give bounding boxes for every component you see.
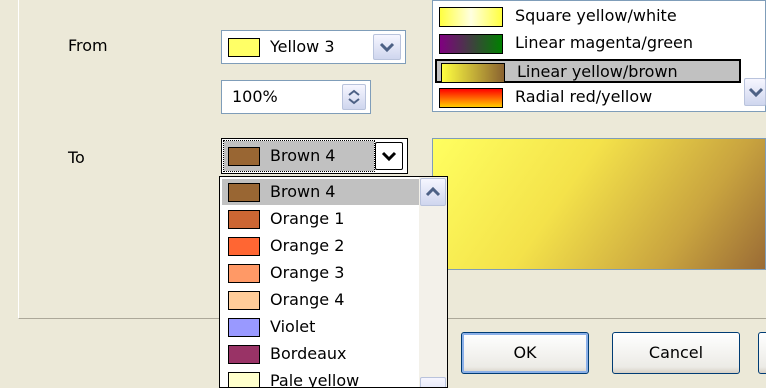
color-list-item[interactable]: Orange 3	[222, 260, 419, 286]
gradient-swatch	[439, 88, 503, 108]
color-list-item[interactable]: Pale yellow	[222, 368, 419, 388]
color-swatch	[228, 210, 260, 229]
from-color-value: Yellow 3	[270, 37, 335, 56]
gradient-swatch	[439, 7, 503, 27]
gradient-label: Linear magenta/green	[515, 33, 694, 52]
color-swatch	[228, 237, 260, 256]
scroll-up-button[interactable]	[420, 178, 446, 206]
dropdown-scrollbar[interactable]	[419, 177, 447, 387]
ok-button[interactable]: OK	[461, 332, 589, 374]
help-button-edge[interactable]	[758, 332, 766, 374]
gradient-list-scroll-button[interactable]	[744, 78, 766, 106]
from-color-swatch	[228, 38, 260, 57]
to-dropdown-button[interactable]	[375, 142, 403, 170]
gradient-list[interactable]: Square yellow/white Linear magenta/green L…	[432, 0, 766, 112]
gradient-list-item[interactable]: Linear magenta/green	[435, 32, 741, 56]
cancel-button[interactable]: Cancel	[612, 332, 740, 374]
color-swatch	[228, 372, 260, 387]
color-list-item[interactable]: Orange 4	[222, 287, 419, 313]
color-label: Orange 2	[270, 236, 345, 255]
color-swatch	[228, 318, 260, 337]
to-color-dropdown-list[interactable]: Pale yellow Bordeaux Violet Orange 4 Orange …	[219, 176, 448, 388]
to-color-value: Brown 4	[270, 146, 336, 165]
gradient-list-item[interactable]: Linear yellow/brown	[435, 59, 741, 83]
gradient-label: Radial red/yellow	[515, 87, 653, 106]
gradient-swatch	[441, 63, 505, 83]
color-label: Bordeaux	[270, 344, 347, 363]
gradient-list-item[interactable]: Radial red/yellow	[435, 86, 741, 110]
color-label: Pale yellow	[270, 371, 360, 388]
gradient-preview	[432, 138, 766, 270]
from-color-combo[interactable]: Yellow 3	[221, 30, 406, 64]
gradient-label: Linear yellow/brown	[517, 62, 678, 81]
color-label: Orange 1	[270, 209, 345, 228]
from-dropdown-button[interactable]	[373, 34, 401, 60]
color-label: Orange 4	[270, 290, 345, 309]
color-swatch	[228, 345, 260, 364]
up-down-arrows-icon	[348, 89, 360, 105]
color-list-item[interactable]: Bordeaux	[222, 341, 419, 367]
chevron-down-icon	[381, 151, 397, 162]
gradient-label: Square yellow/white	[515, 6, 677, 25]
color-swatch	[228, 183, 260, 202]
color-label: Orange 3	[270, 263, 345, 282]
gradient-swatch	[439, 34, 503, 54]
intensity-value: 100%	[232, 87, 278, 106]
color-list-item[interactable]: Orange 1	[222, 206, 419, 232]
intensity-stepper[interactable]: 100%	[221, 80, 371, 114]
chevron-down-icon	[379, 42, 395, 53]
color-list-item[interactable]: Orange 2	[222, 233, 419, 259]
from-label: From	[68, 36, 108, 55]
color-list-item[interactable]: Brown 4	[222, 179, 419, 205]
color-swatch	[228, 264, 260, 283]
color-label: Brown 4	[270, 182, 336, 201]
gradient-list-item[interactable]: Square yellow/white	[435, 5, 741, 29]
color-label: Violet	[270, 317, 316, 336]
to-color-combo[interactable]: Brown 4	[221, 138, 408, 174]
stepper-button[interactable]	[342, 84, 366, 110]
color-swatch	[228, 291, 260, 310]
chevron-down-icon	[748, 87, 764, 98]
color-list-item[interactable]: Violet	[222, 314, 419, 340]
to-label: To	[68, 148, 85, 167]
scroll-down-button[interactable]	[420, 377, 446, 387]
chevron-up-icon	[425, 186, 441, 197]
to-color-swatch	[228, 147, 260, 166]
